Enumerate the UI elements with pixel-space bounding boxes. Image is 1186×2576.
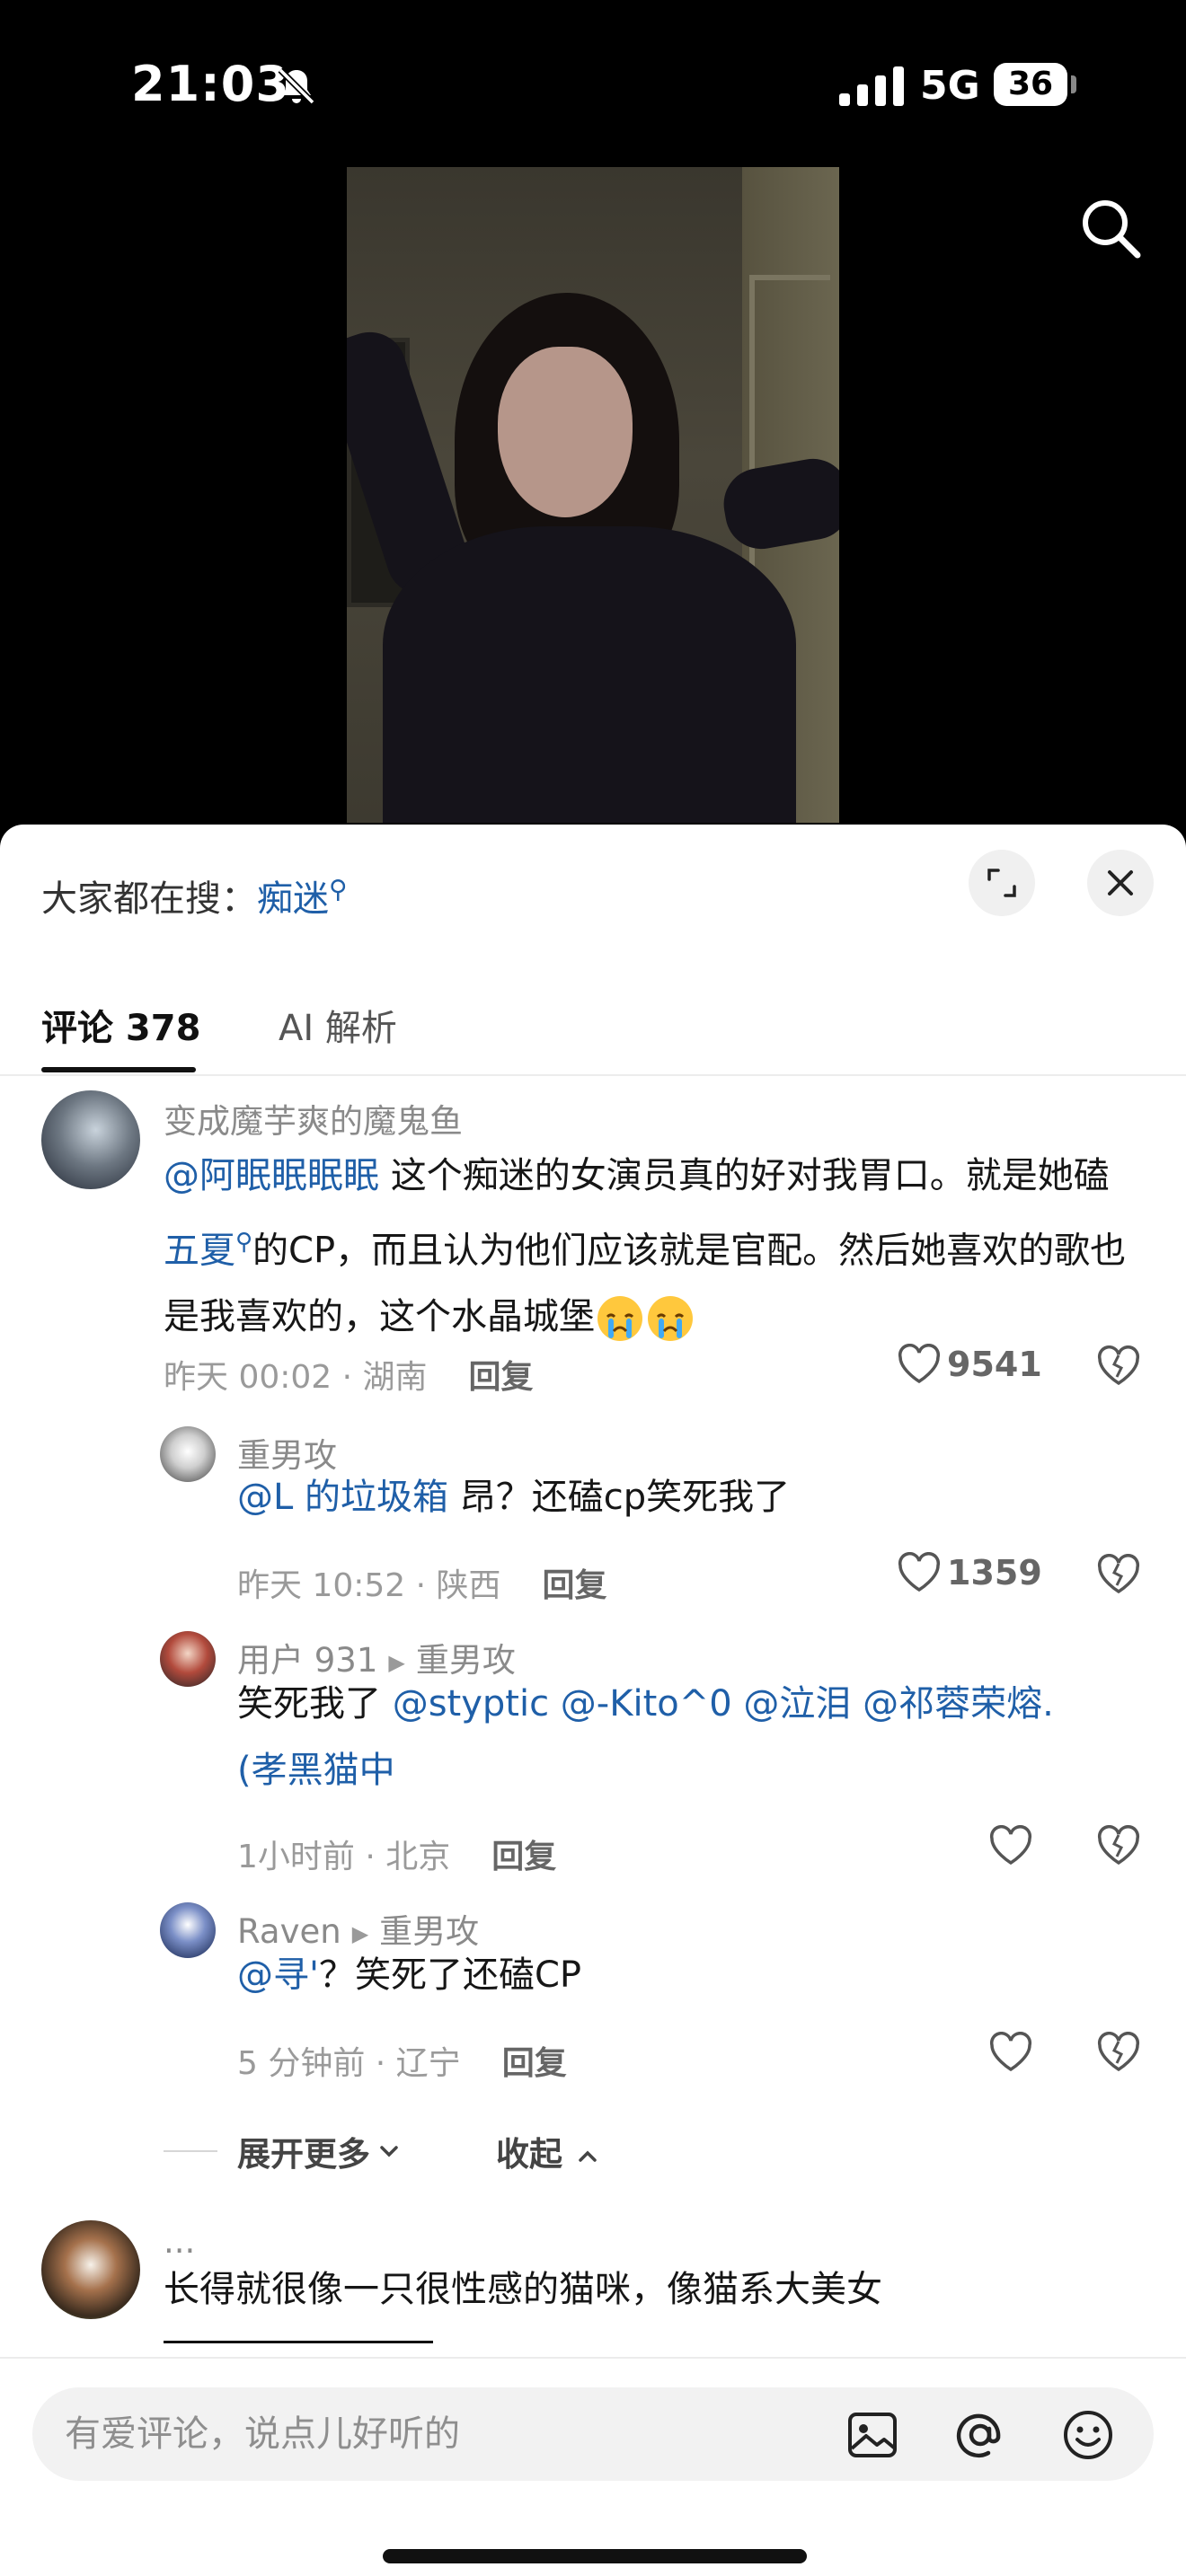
text-underline [164,2341,433,2343]
topic-link[interactable]: 五夏 [164,1230,235,1271]
mention-link[interactable]: @L 的垃圾箱 [237,1477,448,1518]
like-button[interactable]: 1359 [897,1552,1042,1593]
comment-text: 长得就很像一只很性感的猫咪，像猫系大美女 [164,2269,882,2310]
dislike-icon[interactable] [1096,1825,1141,1866]
comment-meta: 昨天 10:52 · 陕西 回复 [237,1559,607,1606]
reply-button[interactable]: 回复 [543,1567,607,1604]
reply-button[interactable]: 回复 [469,1359,534,1396]
comment-input-box[interactable] [32,2387,1154,2481]
battery-indicator: 36 [994,63,1067,106]
crying-emoji-icon [648,1296,693,1342]
video-body [383,526,796,823]
video-player[interactable] [347,167,839,823]
tab-ai-analysis[interactable]: AI 解析 [279,999,397,1051]
like-count: 1359 [947,1553,1042,1592]
like-button[interactable]: 9541 [897,1344,1042,1385]
avatar[interactable] [160,1426,216,1482]
comment-text-part: ？笑死了还磕CP [319,1954,582,1996]
comment-meta: 5 分钟前 · 辽宁 回复 [237,2037,567,2084]
comment-text-part: 昂？还磕cp笑死我了 [448,1477,791,1518]
expand-more-button[interactable]: 展开更多 [164,2127,403,2175]
reply-button[interactable]: 回复 [502,2045,567,2082]
mention-link[interactable]: (孝黑猫中 [237,1737,395,1804]
tab-indicator [41,1067,196,1072]
heart-icon[interactable] [988,2032,1033,2073]
avatar[interactable] [41,1090,140,1189]
signal-icon [839,66,904,106]
heart-icon [898,1552,941,1592]
collapse-label: 收起 [496,2135,562,2174]
search-mini-icon: ⚲ [235,1229,253,1256]
search-trend-keyword[interactable]: 痴迷 [257,878,329,920]
close-icon [1108,870,1133,895]
comment-panel: 大家都在搜：痴迷⚲ 评论 378 AI 解析 变成魔芋爽的魔鬼鱼 @阿眠眠眠眠 … [0,825,1186,2576]
video-face [498,347,633,517]
home-indicator[interactable] [383,2549,807,2563]
bell-slash-icon [278,67,315,105]
crying-emoji-icon [597,1296,642,1342]
avatar[interactable] [160,1902,216,1958]
comment-text-part: 这个痴迷的女演员真的好对我胃口。就是她磕 [379,1155,1110,1196]
comment-time-location: 昨天 10:52 · 陕西 [237,1567,501,1604]
mention-link[interactable]: @styptic @-Kito^0 @泣泪 @祁蓉荣熔. [393,1683,1054,1725]
tab-comments[interactable]: 评论 378 [41,999,200,1051]
image-icon[interactable] [845,2407,900,2463]
chevron-down-icon [380,2146,398,2157]
comment-meta: 1小时前 · 北京 回复 [237,1831,556,1877]
heart-icon [898,1344,941,1384]
expand-button[interactable] [969,850,1035,916]
comment-time-location: 昨天 00:02 · 湖南 [164,1359,428,1396]
comment-tabs: 评论 378 AI 解析 [0,977,1186,1076]
expand-more-label: 展开更多 [237,2135,370,2174]
comment-text-part: 笑死我了 [237,1683,393,1725]
divider [164,2150,217,2152]
search-icon[interactable] [1075,192,1146,264]
heart-icon[interactable] [988,1825,1033,1866]
comment-text: @寻'？笑死了还磕CP [237,1942,1136,2008]
avatar[interactable] [160,1631,216,1687]
status-time: 21:03 [131,56,290,112]
close-button[interactable] [1087,850,1154,916]
comment-username[interactable]: ... [164,2222,195,2261]
collapse-button[interactable]: 收起 [496,2127,601,2175]
network-label: 5G [920,63,980,109]
comment-time-location: 1小时前 · 北京 [237,1839,451,1875]
search-mini-icon: ⚲ [329,874,348,904]
comment-text: @阿眠眠眠眠 这个痴迷的女演员真的好对我胃口。就是她磕五夏⚲的CP，而且认为他们… [164,1142,1134,1350]
battery-cap [1071,75,1076,93]
comment-input-bar [0,2357,1186,2576]
avatar[interactable] [41,2220,140,2319]
mention-link[interactable]: @阿眠眠眠眠 [164,1155,379,1196]
comment-username[interactable]: 变成魔芋爽的魔鬼鱼 [164,1094,463,1142]
mention-link[interactable]: @寻' [237,1954,319,1996]
status-bar: 21:03 5G 36 [0,0,1186,171]
emoji-icon[interactable] [1060,2407,1116,2463]
comment-input[interactable] [65,2387,837,2481]
at-icon[interactable] [952,2407,1008,2463]
comment-meta: 昨天 00:02 · 湖南 回复 [164,1351,534,1398]
comment-text: @L 的垃圾箱 昂？还磕cp笑死我了 [237,1464,1136,1531]
dislike-icon[interactable] [1096,1554,1141,1595]
search-trend[interactable]: 大家都在搜：痴迷⚲ [41,869,348,922]
dislike-icon[interactable] [1096,2032,1141,2073]
search-trend-prefix: 大家都在搜： [41,878,257,920]
like-count: 9541 [947,1345,1042,1384]
comment-text: 笑死我了 @styptic @-Kito^0 @泣泪 @祁蓉荣熔. [237,1671,1145,1737]
reply-button[interactable]: 回复 [491,1839,556,1875]
chevron-up-icon [579,2150,597,2162]
dislike-icon[interactable] [1096,1345,1141,1387]
comment-time-location: 5 分钟前 · 辽宁 [237,2045,461,2082]
expand-icon [987,869,1016,897]
